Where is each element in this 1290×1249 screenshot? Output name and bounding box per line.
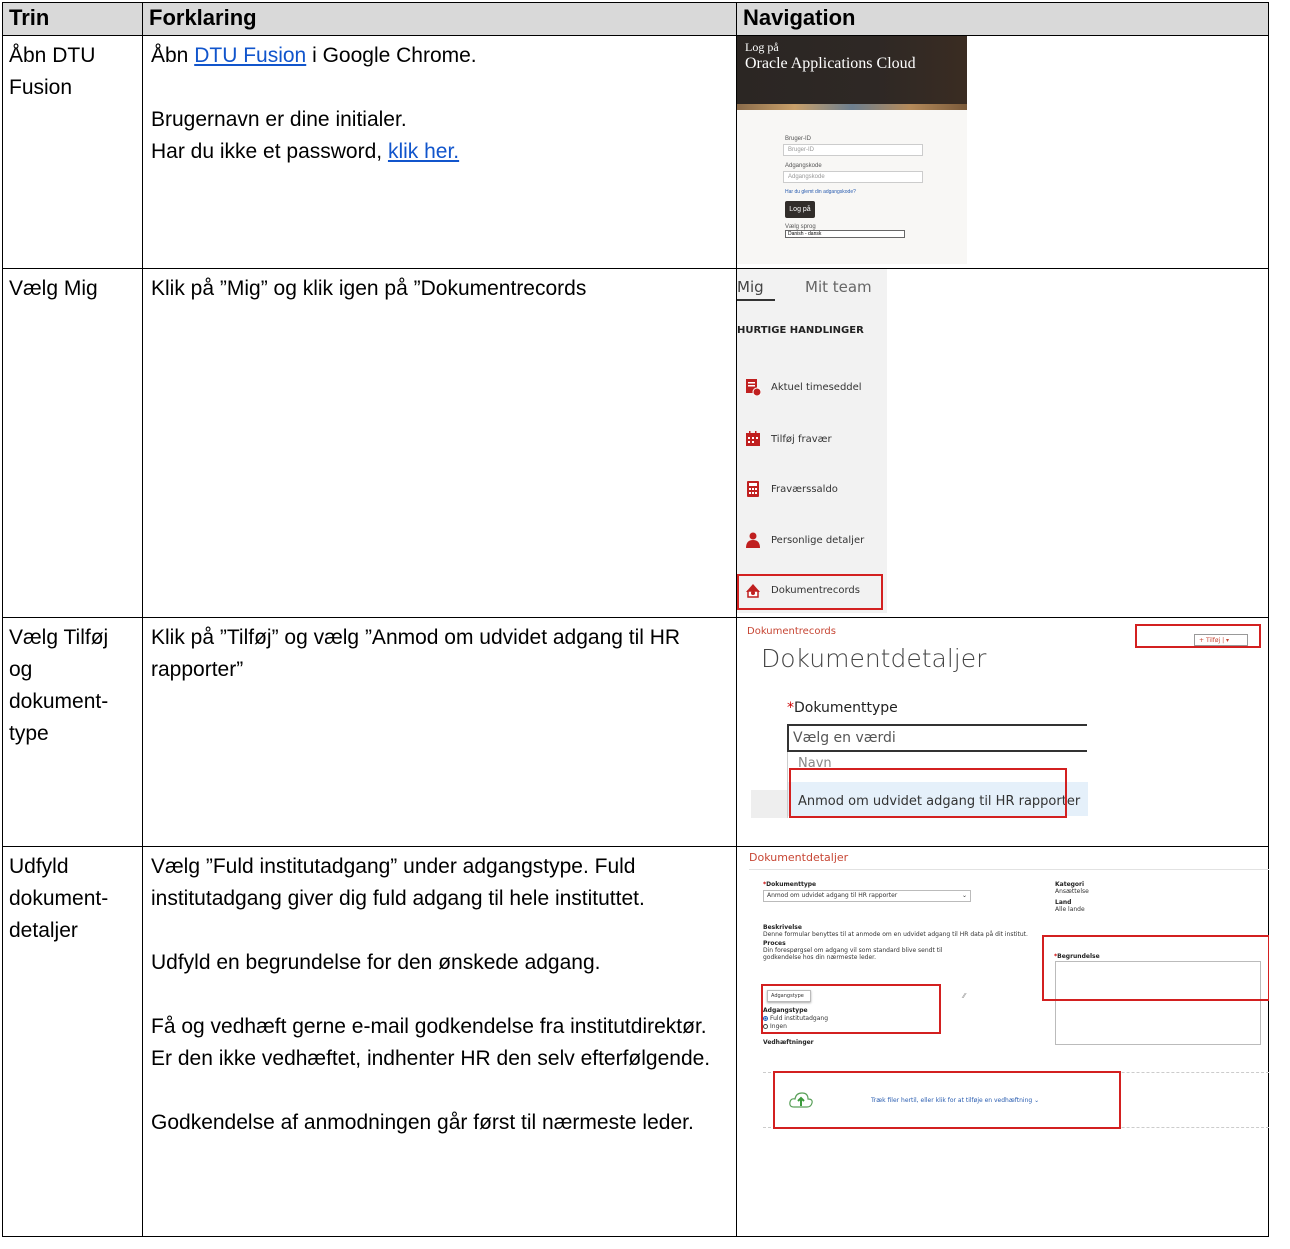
doctype-select[interactable]: Anmod om udvidet adgang til HR rapporter… bbox=[763, 890, 971, 902]
land-value: Alle lande bbox=[1055, 906, 1085, 913]
menu-item-label: Personlige detaljer bbox=[771, 535, 865, 546]
quick-actions-heading: HURTIGE HANDLINGER bbox=[737, 325, 864, 336]
land-label: Land bbox=[1055, 899, 1072, 906]
page-title: Dokumentdetaljer bbox=[761, 644, 987, 673]
proces-value: Din forespørgsel om adgang vil som stand… bbox=[763, 947, 943, 961]
step-name: Vælg Mig bbox=[2, 268, 143, 618]
password-label: Adgangskode bbox=[785, 163, 822, 169]
step-name: Åbn DTU Fusion bbox=[2, 35, 143, 269]
explanation-line: Vælg ”Fuld institutadgang” under adgangs… bbox=[151, 855, 645, 910]
oracle-login-screenshot: Log på Oracle Applications Cloud Bruger-… bbox=[737, 36, 967, 264]
text: Åbn bbox=[151, 44, 195, 67]
login-button[interactable]: Log på bbox=[785, 201, 815, 218]
chevron-down-icon: ⌄ bbox=[961, 892, 967, 899]
instruction-table: Trin Forklaring Navigation Åbn DTU Fusio… bbox=[2, 2, 1269, 1237]
calendar-icon bbox=[746, 431, 760, 446]
tab-mig[interactable]: Mig bbox=[737, 278, 764, 296]
explanation-line: Åbn DTU Fusion i Google Chrome. bbox=[151, 40, 728, 72]
proces-label: Proces bbox=[763, 940, 786, 947]
required-marker: * bbox=[787, 700, 794, 716]
tab-bar: Mig Mit team bbox=[737, 269, 887, 301]
beskrivelse-value: Denne formular benyttes til at anmode om… bbox=[763, 931, 1028, 938]
explanation-line: Få og vedhæft gerne e-mail godkendelse f… bbox=[151, 1015, 711, 1070]
document-details-form-screenshot: Dokumentdetaljer *Dokumenttype Anmod om … bbox=[737, 847, 1269, 1232]
menu-item-add-absence[interactable]: Tilføj fravær bbox=[745, 429, 832, 451]
highlight-box bbox=[761, 984, 941, 1034]
login-title-small: Log på bbox=[745, 40, 779, 54]
beskrivelse-label: Beskrivelse bbox=[763, 924, 802, 931]
document-type-screenshot: Dokumentrecords Dokumentdetaljer + Tilfø… bbox=[737, 618, 1269, 842]
navigation-cell: Dokumentdetaljer *Dokumenttype Anmod om … bbox=[736, 846, 1269, 1237]
person-icon bbox=[746, 532, 760, 548]
password-input[interactable]: Adgangskode bbox=[783, 171, 923, 183]
label-text: Dokumenttype bbox=[794, 700, 898, 716]
step-name: Udfyld dokument-detaljer bbox=[2, 846, 143, 1237]
kategori-value: Ansættelse bbox=[1055, 888, 1089, 895]
menu-item-label: Aktuel timeseddel bbox=[771, 382, 862, 393]
tab-mit-team[interactable]: Mit team bbox=[805, 278, 872, 296]
calculator-icon bbox=[747, 481, 759, 497]
navigation-cell: Dokumentrecords Dokumentdetaljer + Tilfø… bbox=[736, 617, 1269, 847]
explanation-line: Udfyld en begrundelse for den ønskede ad… bbox=[151, 951, 601, 974]
divider bbox=[749, 869, 1269, 870]
explanation-line: Har du ikke et password, klik her. bbox=[151, 136, 728, 168]
resize-handle-icon: ⁄⁄ bbox=[963, 992, 966, 1000]
user-id-input[interactable]: Bruger-ID bbox=[783, 144, 923, 156]
login-title: Oracle Applications Cloud bbox=[745, 55, 916, 72]
doctype-label: *Dokumenttype bbox=[763, 881, 816, 888]
step-explanation: Åbn DTU Fusion i Google Chrome. Brugerna… bbox=[142, 35, 737, 269]
select-value: Anmod om udvidet adgang til HR rapporter bbox=[767, 892, 898, 899]
step-name: Vælg Tilføj og dokument-type bbox=[2, 617, 143, 847]
active-tab-underline bbox=[737, 299, 775, 301]
text: Har du ikke et password, bbox=[151, 140, 388, 163]
navigation-cell: Mig Mit team HURTIGE HANDLINGER Aktuel t… bbox=[736, 268, 1269, 618]
step-explanation: Vælg ”Fuld institutadgang” under adgangs… bbox=[142, 846, 737, 1237]
step-explanation: Klik på ”Mig” og klik igen på ”Dokumentr… bbox=[142, 268, 737, 618]
explanation-line: Godkendelse af anmodningen går først til… bbox=[151, 1111, 694, 1134]
menu-item-timesheet[interactable]: Aktuel timeseddel bbox=[745, 377, 862, 399]
highlight-box bbox=[789, 768, 1067, 818]
explanation-line: Brugernavn er dine initialer. bbox=[151, 108, 407, 131]
timesheet-icon bbox=[746, 379, 761, 396]
header-trin: Trin bbox=[2, 2, 143, 36]
navigation-cell: Log på Oracle Applications Cloud Bruger-… bbox=[736, 35, 1269, 269]
highlight-box bbox=[737, 574, 883, 610]
dtu-fusion-link[interactable]: DTU Fusion bbox=[194, 44, 306, 67]
user-id-label: Bruger-ID bbox=[785, 136, 812, 142]
highlight-box bbox=[1135, 624, 1261, 648]
form-title: Dokumentdetaljer bbox=[749, 851, 849, 864]
header-navigation: Navigation bbox=[736, 2, 1269, 36]
language-select[interactable]: Danish - dansk bbox=[785, 230, 905, 238]
menu-item-personal-details[interactable]: Personlige detaljer bbox=[745, 530, 864, 552]
login-header: Log på Oracle Applications Cloud bbox=[737, 36, 967, 104]
kategori-label: Kategori bbox=[1055, 881, 1085, 888]
vedhaeftninger-label: Vedhæftninger bbox=[763, 1039, 814, 1046]
document-type-label: *Dokumenttype bbox=[787, 700, 898, 716]
header-forklaring: Forklaring bbox=[142, 2, 737, 36]
password-link[interactable]: klik her. bbox=[388, 140, 459, 163]
step-explanation: Klik på ”Tilføj” og vælg ”Anmod om udvid… bbox=[142, 617, 737, 847]
menu-item-label: Tilføj fravær bbox=[771, 434, 832, 445]
menu-item-label: Fraværssaldo bbox=[771, 484, 838, 495]
text: i Google Chrome. bbox=[306, 44, 477, 67]
mig-menu-screenshot: Mig Mit team HURTIGE HANDLINGER Aktuel t… bbox=[737, 269, 887, 613]
menu-item-absence-balance[interactable]: Fraværssaldo bbox=[745, 479, 838, 501]
background-panel bbox=[751, 790, 787, 818]
label-text: Dokumenttype bbox=[766, 881, 817, 888]
highlight-box bbox=[773, 1071, 1121, 1129]
document-type-input[interactable]: Vælg en værdi bbox=[787, 724, 1087, 752]
highlight-box bbox=[1042, 935, 1269, 1001]
breadcrumb[interactable]: Dokumentrecords bbox=[747, 626, 836, 637]
